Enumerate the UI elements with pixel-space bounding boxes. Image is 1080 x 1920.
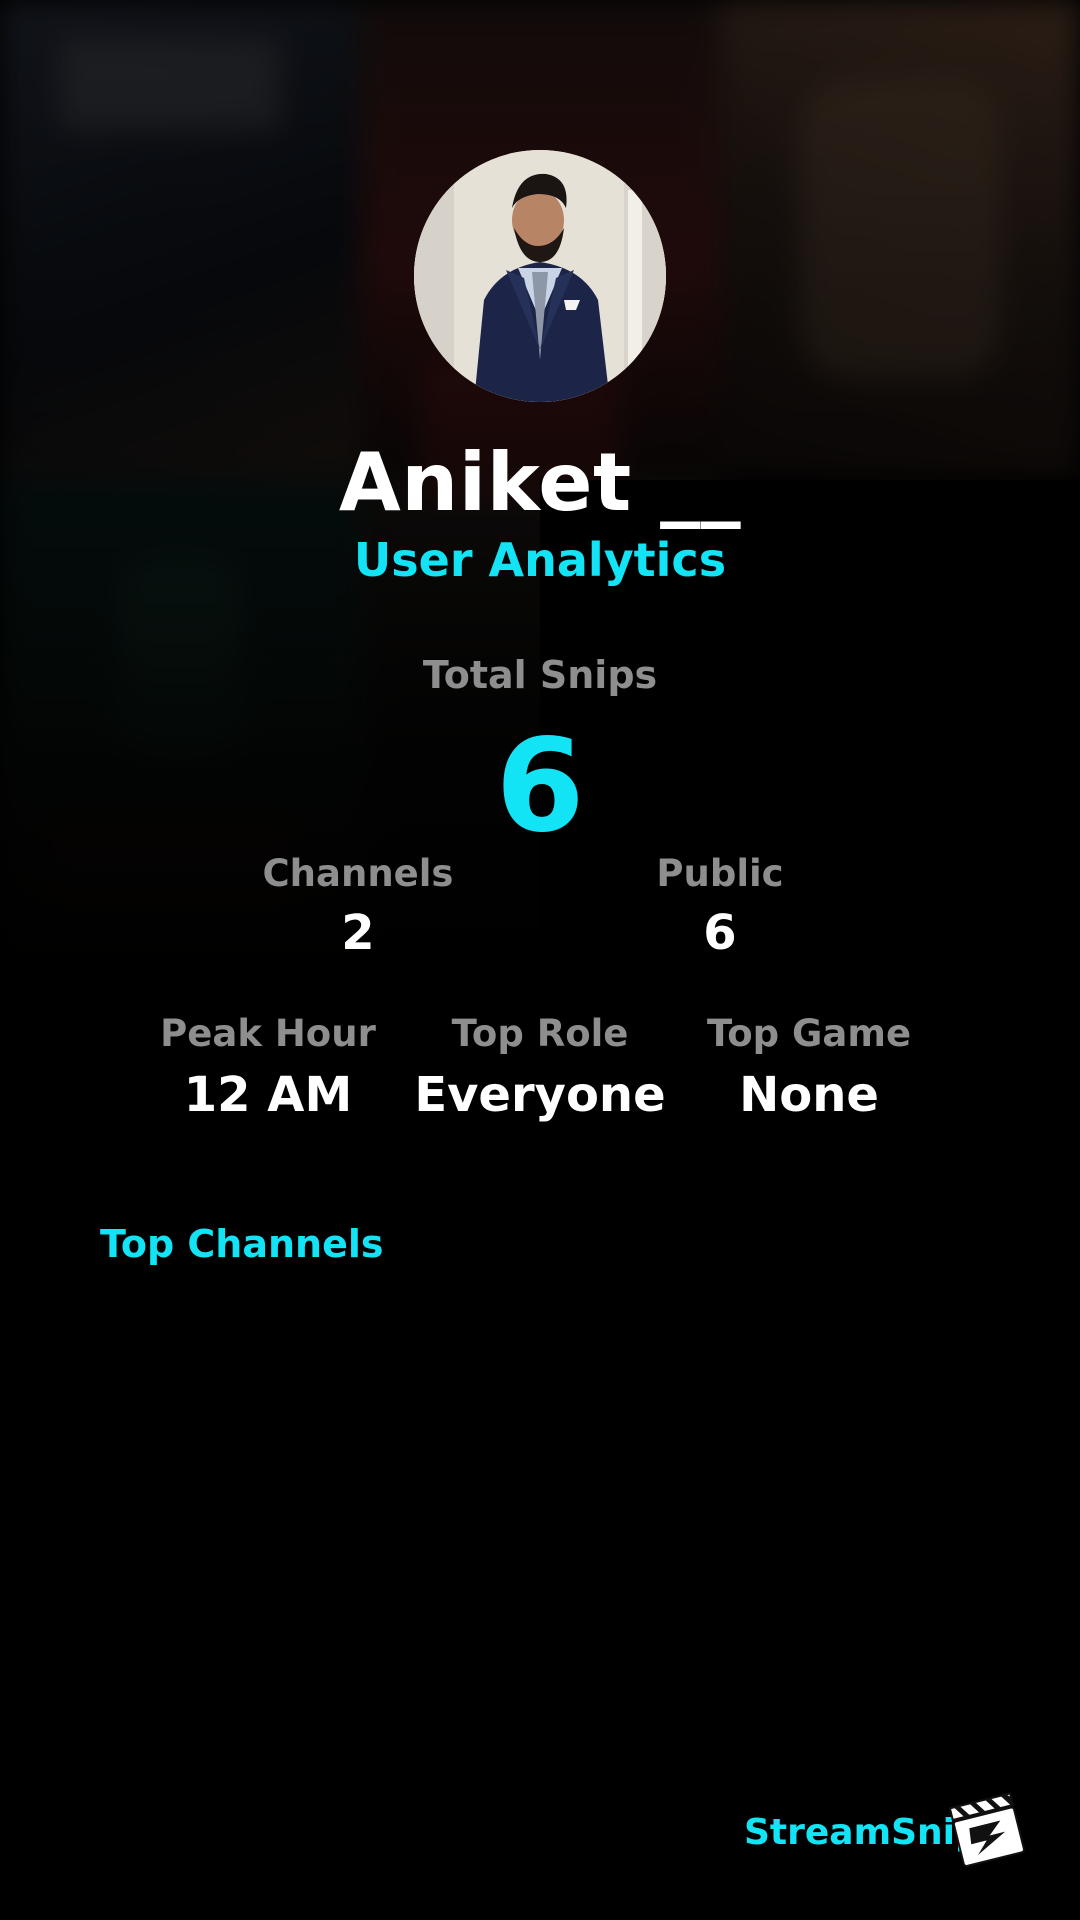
user-portrait-icon [414,150,666,402]
stat-public-value: 6 [703,905,737,961]
total-snips-label: Total Snips [422,653,658,697]
top-channels-title: Top Channels [100,1222,384,1266]
profile-name: Aniket __ [338,436,742,529]
total-snips-value: 6 [495,712,585,861]
stat-top-game: Top Game None [659,1012,959,1123]
stat-top-role-label: Top Role [451,1012,629,1055]
page-subtitle: User Analytics [353,533,727,587]
stat-channels-value: 2 [341,905,375,961]
analytics-card: Aniket __ User Analytics Total Snips 6 C… [0,0,1080,1920]
brand-name: StreamSnip [744,1812,981,1853]
stat-peak-hour: Peak Hour 12 AM [118,1012,418,1123]
stat-peak-hour-value: 12 AM [183,1067,353,1123]
clapperboard-icon [948,1790,1026,1868]
stat-channels-label: Channels [262,852,454,895]
stat-top-game-value: None [739,1067,879,1123]
stat-public-label: Public [656,852,784,895]
stat-public: Public 6 [570,852,870,961]
stat-top-game-label: Top Game [706,1012,912,1055]
stat-peak-hour-label: Peak Hour [160,1012,376,1055]
stat-top-role: Top Role Everyone [390,1012,690,1123]
stat-top-role-value: Everyone [414,1067,666,1123]
stat-channels: Channels 2 [208,852,508,961]
avatar [414,150,666,402]
